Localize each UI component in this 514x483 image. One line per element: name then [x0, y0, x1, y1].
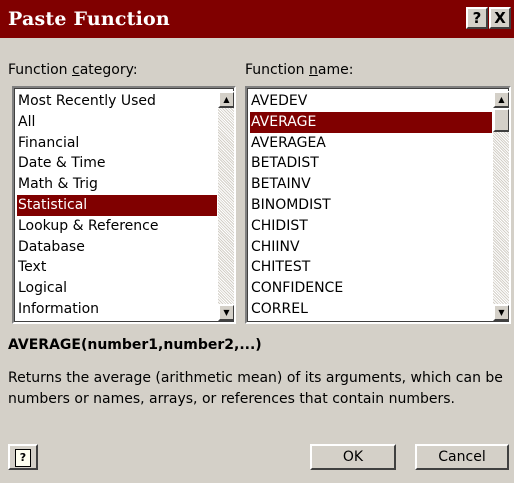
scroll-thumb[interactable]: [493, 108, 509, 132]
scroll-down-button[interactable]: ▼: [218, 304, 234, 321]
category-item[interactable]: Date & Time: [17, 153, 217, 174]
category-list: Most Recently Used All Financial Date & Tim…: [17, 91, 217, 320]
function-list: AVEDEV AVERAGE AVERAGEA BETADIST BETAINV BINO…: [250, 91, 492, 320]
function-item[interactable]: BINOMDIST: [250, 195, 492, 216]
scroll-up-button[interactable]: ▲: [218, 91, 234, 108]
function-item[interactable]: AVERAGEA: [250, 133, 492, 154]
title-bar[interactable]: Paste Function ? X: [0, 0, 514, 38]
category-item[interactable]: Database: [17, 237, 217, 258]
function-item[interactable]: CONFIDENCE: [250, 278, 492, 299]
scroll-down-button[interactable]: ▼: [493, 304, 509, 321]
function-category-label: Function category:: [8, 62, 138, 78]
arrow-down-icon: ▼: [498, 308, 505, 317]
category-item[interactable]: Lookup & Reference: [17, 216, 217, 237]
category-item[interactable]: All: [17, 112, 217, 133]
function-name-label: Function name:: [245, 62, 354, 78]
cancel-button[interactable]: Cancel: [415, 444, 509, 470]
function-item[interactable]: CORREL: [250, 299, 492, 320]
category-item[interactable]: Statistical: [17, 194, 217, 216]
function-item[interactable]: CHITEST: [250, 257, 492, 278]
function-item[interactable]: AVEDEV: [250, 91, 492, 112]
arrow-up-icon: ▲: [223, 95, 230, 104]
scroll-up-button[interactable]: ▲: [493, 91, 509, 108]
function-item[interactable]: AVERAGE: [250, 111, 492, 133]
help-button[interactable]: ?: [466, 7, 488, 29]
function-description: Returns the average (arithmetic mean) of…: [8, 370, 503, 407]
dialog-title: Paste Function: [8, 8, 170, 30]
function-item[interactable]: CHIINV: [250, 237, 492, 258]
function-item[interactable]: BETADIST: [250, 153, 492, 174]
close-icon: X: [494, 9, 506, 27]
office-assistant-button[interactable]: ?: [8, 444, 38, 470]
question-mark-icon: ?: [472, 9, 482, 27]
category-item[interactable]: Math & Trig: [17, 174, 217, 195]
function-item[interactable]: BETAINV: [250, 174, 492, 195]
category-item[interactable]: Text: [17, 257, 217, 278]
arrow-up-icon: ▲: [498, 95, 505, 104]
category-item[interactable]: Information: [17, 299, 217, 320]
function-scrollbar[interactable]: ▲ ▼: [493, 91, 509, 321]
arrow-down-icon: ▼: [223, 308, 230, 317]
paste-function-dialog: Paste Function ? X Function category: Fu…: [0, 0, 514, 483]
category-item[interactable]: Most Recently Used: [17, 91, 217, 112]
category-item[interactable]: Financial: [17, 133, 217, 154]
category-item[interactable]: Logical: [17, 278, 217, 299]
function-item[interactable]: CHIDIST: [250, 216, 492, 237]
function-name-listbox[interactable]: AVEDEV AVERAGE AVERAGEA BETADIST BETAINV BINO…: [245, 86, 511, 324]
close-button[interactable]: X: [489, 7, 511, 29]
ok-button[interactable]: OK: [310, 444, 396, 470]
function-category-listbox[interactable]: Most Recently Used All Financial Date & Tim…: [12, 86, 236, 324]
function-syntax: AVERAGE(number1,number2,...): [8, 337, 262, 353]
help-bubble-icon: ?: [15, 449, 31, 467]
category-scrollbar[interactable]: ▲ ▼: [218, 91, 234, 321]
